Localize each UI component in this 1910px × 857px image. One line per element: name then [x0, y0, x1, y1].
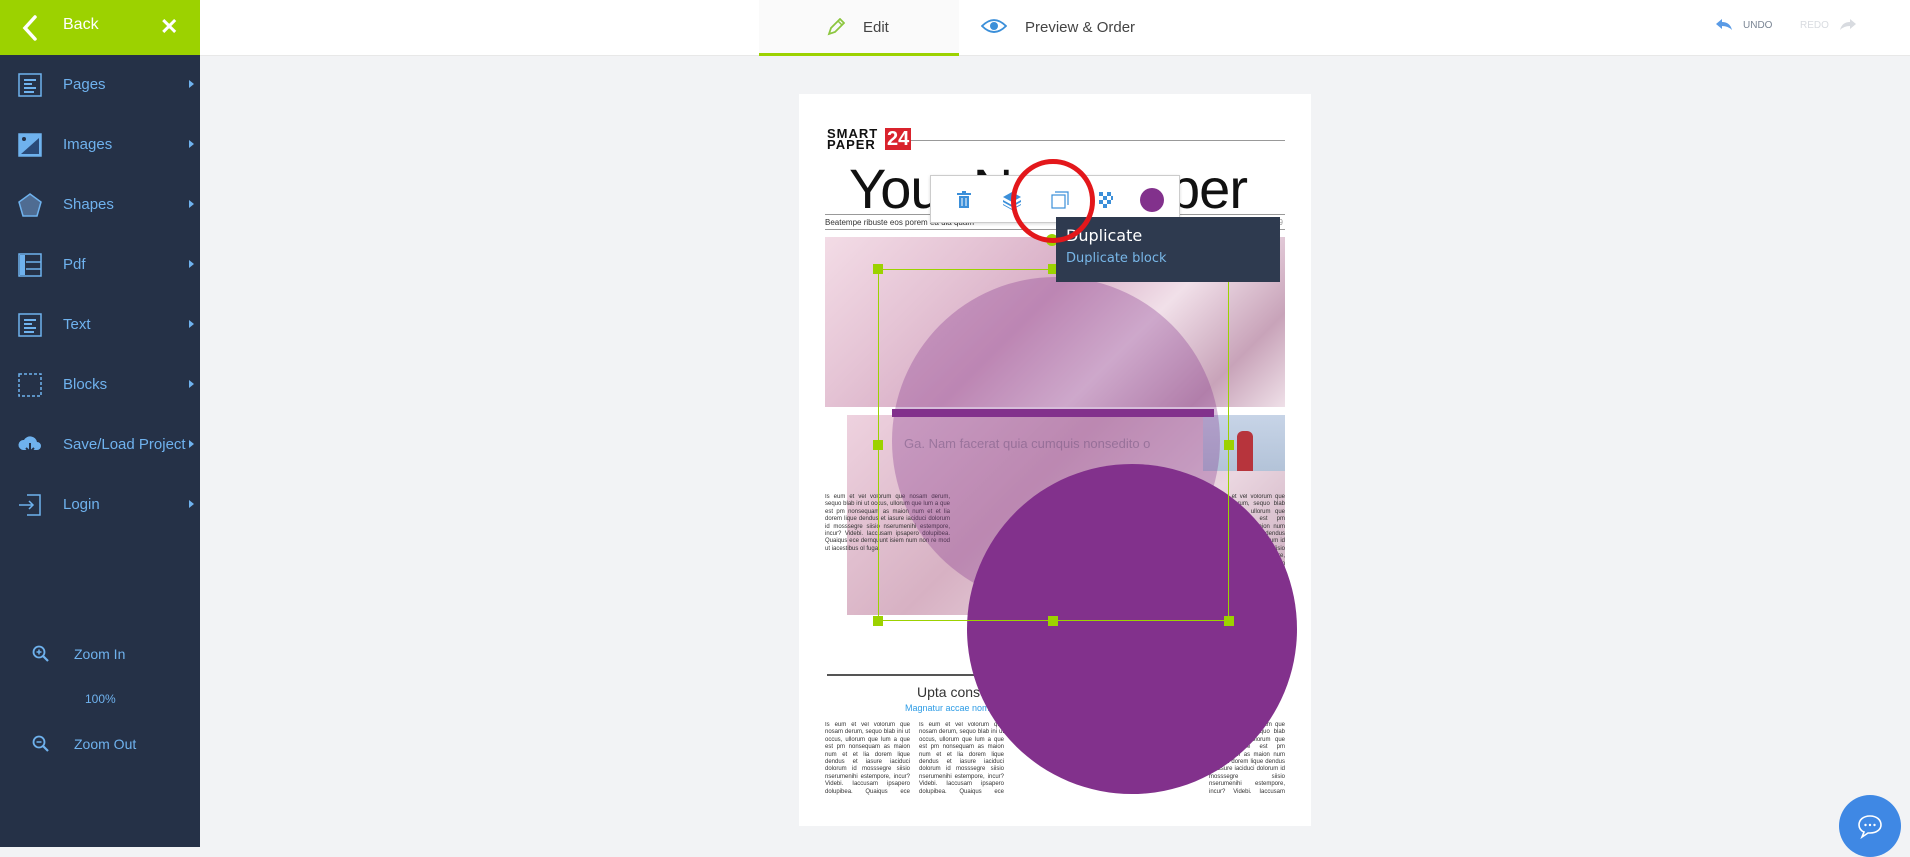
section-subtitle[interactable]: Magnatur accae nom	[905, 703, 990, 713]
sidebar-item-label: Text	[63, 316, 91, 333]
sidebar-item-pages[interactable]: Pages	[0, 55, 200, 115]
logo-number: 24	[885, 128, 912, 150]
pages-icon	[18, 73, 42, 97]
undo-button[interactable]: UNDO	[1715, 18, 1772, 32]
sidebar-item-text[interactable]: Text	[0, 295, 200, 355]
sidebar-item-label: Blocks	[63, 376, 108, 393]
top-bar: Edit Preview & Order UNDO REDO	[200, 0, 1910, 56]
zoom-in-icon	[32, 645, 49, 662]
article-text[interactable]: Is eum et vel volorum que nosam derum, s…	[919, 722, 1004, 796]
caret-right-icon	[189, 200, 194, 208]
login-icon	[19, 494, 41, 516]
trash-icon[interactable]	[953, 189, 975, 211]
caret-right-icon	[189, 140, 194, 148]
duplicate-tooltip: Duplicate Duplicate block	[1056, 217, 1280, 282]
sidebar-item-blocks[interactable]: Blocks	[0, 355, 200, 415]
undo-label: UNDO	[1743, 19, 1773, 31]
zoom-out-icon	[32, 735, 49, 752]
resize-handle-sw[interactable]	[873, 616, 883, 626]
redo-icon	[1839, 19, 1856, 30]
resize-handle-e[interactable]	[1224, 440, 1234, 450]
sidebar-item-save-load-project[interactable]: Save/Load Project	[0, 415, 200, 475]
sidebar-item-label: Pages	[63, 76, 106, 93]
caret-right-icon	[189, 440, 194, 448]
resize-handle-nw[interactable]	[873, 264, 883, 274]
caret-right-icon	[189, 320, 194, 328]
image-icon	[18, 133, 42, 157]
back-label: Back	[63, 16, 99, 33]
chevron-left-icon	[22, 15, 37, 41]
undo-icon	[1716, 19, 1732, 30]
chat-bubble-icon	[1858, 815, 1882, 839]
tab-preview-order[interactable]: Preview & Order	[959, 0, 1159, 56]
divider	[911, 140, 1285, 141]
tab-label: Edit	[863, 19, 889, 36]
selection-box	[878, 269, 1229, 621]
redo-button[interactable]: REDO	[1800, 18, 1857, 32]
sidebar-item-login[interactable]: Login	[0, 475, 200, 535]
pencil-icon	[827, 18, 845, 36]
eye-icon	[981, 19, 1007, 33]
caret-right-icon	[189, 500, 194, 508]
caret-right-icon	[189, 260, 194, 268]
sidebar-item-label: Images	[63, 136, 113, 153]
close-icon[interactable]: ✕	[160, 15, 180, 39]
highlight-ring	[1011, 159, 1095, 243]
redo-label: REDO	[1800, 19, 1829, 31]
logo-text: PAPER	[827, 137, 876, 152]
article-text[interactable]: Is eum et vel volorum que nosam derum, s…	[825, 722, 910, 796]
tab-edit[interactable]: Edit	[759, 0, 959, 56]
zoom-out-label: Zoom Out	[74, 736, 137, 752]
smartpaper-logo: SMART PAPER 24	[827, 127, 912, 152]
zoom-level: 100%	[85, 692, 116, 706]
cloud-download-icon	[18, 436, 41, 454]
blocks-icon	[18, 373, 42, 397]
chat-button[interactable]	[1839, 795, 1901, 857]
caret-right-icon	[189, 380, 194, 388]
sidebar-item-label: Shapes	[63, 196, 114, 213]
tooltip-description: Duplicate block	[1066, 251, 1167, 266]
zoom-in-label: Zoom In	[74, 646, 126, 662]
sidebar-item-label: Login	[63, 496, 100, 513]
sidebar: Back ✕ Pages Images Shapes Pdf Text Bloc…	[0, 0, 200, 847]
sidebar-item-shapes[interactable]: Shapes	[0, 175, 200, 235]
sidebar-item-images[interactable]: Images	[0, 115, 200, 175]
resize-handle-s[interactable]	[1048, 616, 1058, 626]
pentagon-icon	[18, 193, 42, 217]
resize-handle-w[interactable]	[873, 440, 883, 450]
color-swatch-icon[interactable]	[1139, 187, 1165, 213]
sidebar-item-pdf[interactable]: Pdf	[0, 235, 200, 295]
sidebar-item-label: Pdf	[63, 256, 86, 273]
tab-label: Preview & Order	[1025, 19, 1136, 36]
sidebar-item-label: Save/Load Project	[63, 436, 186, 453]
caret-right-icon	[189, 80, 194, 88]
resize-handle-se[interactable]	[1224, 616, 1234, 626]
transparency-icon[interactable]	[1095, 189, 1117, 211]
back-button[interactable]: Back ✕	[0, 0, 200, 55]
pdf-layout-icon	[18, 253, 42, 277]
text-icon	[18, 313, 42, 337]
